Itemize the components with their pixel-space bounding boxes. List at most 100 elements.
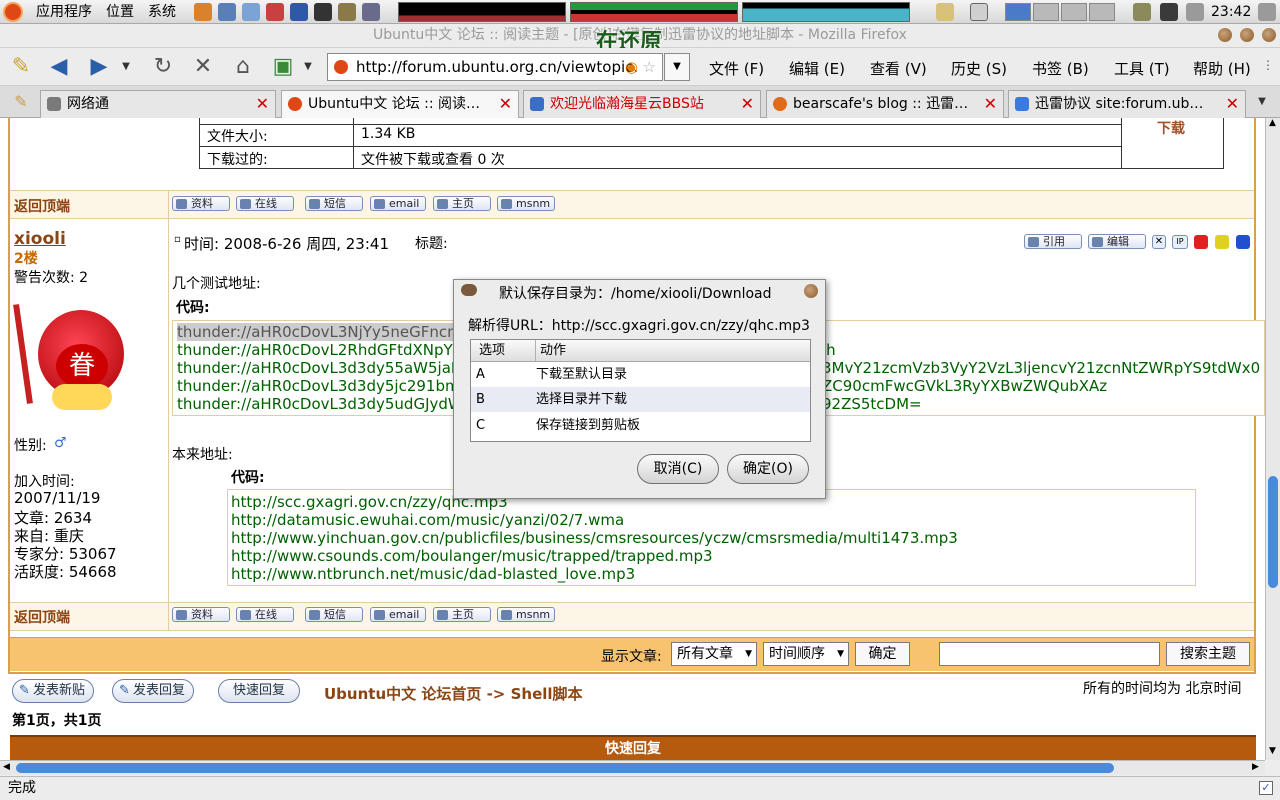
order-select[interactable]: 时间顺序 ▼ (763, 642, 849, 666)
email-button[interactable]: email (370, 607, 426, 622)
red-card-icon[interactable] (1194, 235, 1208, 249)
tab-ubuntu-forum[interactable]: Ubuntu中文 论坛 :: 阅读… ✕ (281, 90, 519, 118)
cancel-button[interactable]: 取消(C) (637, 454, 719, 484)
tab-close-icon[interactable]: ✕ (741, 91, 754, 117)
pm-button[interactable]: 短信 (305, 607, 363, 622)
disc-launcher-icon[interactable] (338, 3, 356, 21)
tab-bbs[interactable]: 欢迎光临瀚海星云BBS站 ✕ (523, 90, 761, 118)
back-to-top-link[interactable]: 返回顶端 (14, 607, 70, 627)
fox-launcher-icon[interactable] (194, 3, 212, 21)
volume-icon[interactable] (1186, 3, 1204, 21)
tray-app-icon[interactable] (1133, 3, 1151, 21)
menu-view[interactable]: 查看 (V) (870, 58, 927, 79)
tab-bearscafe[interactable]: bearscafe's blog :: 迅雷… ✕ (766, 90, 1004, 118)
ubuntu-logo-icon[interactable] (3, 2, 23, 22)
settings-launcher-icon[interactable] (362, 3, 380, 21)
new-topic-button[interactable]: ✎ 发表新贴 (12, 679, 94, 703)
home-icon[interactable]: ⌂ (228, 52, 258, 82)
tab-list-icon[interactable]: ▼ (1252, 87, 1272, 117)
forward-arrow-icon[interactable]: ▶ (84, 52, 114, 82)
rss-icon[interactable]: ◉ (625, 54, 638, 80)
toolbar-overflow-icon[interactable]: ⋮ (1262, 58, 1274, 72)
online-button[interactable]: 在线 (236, 607, 294, 622)
editor-launcher-icon[interactable] (242, 3, 260, 21)
tab-wangluotong[interactable]: 网络通 ✕ (40, 90, 276, 118)
url-link[interactable]: http://www.csounds.com/boulanger/music/t… (231, 547, 713, 565)
edit-button[interactable]: 编辑 (1088, 234, 1146, 249)
reply-button[interactable]: ✎ 发表回复 (112, 679, 194, 703)
yellow-card-icon[interactable] (1215, 235, 1229, 249)
horizontal-scrollbar[interactable]: ◀ ▶ (0, 760, 1265, 775)
dialog-close-icon[interactable] (804, 284, 818, 298)
delete-icon[interactable]: ✕ (1152, 235, 1166, 249)
url-input[interactable]: http://forum.ubuntu.org.cn/viewtopic. ◉ ☆ (327, 53, 663, 81)
homepage-button[interactable]: 主页 (433, 196, 491, 211)
checkmark-launcher-icon[interactable] (290, 3, 308, 21)
terminal-launcher-icon[interactable] (314, 3, 332, 21)
vertical-scrollbar[interactable]: ▲ ▼ (1265, 118, 1280, 760)
addon-icon[interactable]: ▣ (268, 52, 298, 82)
workspace-1[interactable] (1005, 3, 1031, 21)
scroll-up-icon[interactable]: ▲ (1269, 118, 1276, 128)
url-link[interactable]: http://datamusic.ewuhai.com/music/yanzi/… (231, 511, 624, 529)
workspace-3[interactable] (1061, 3, 1087, 21)
bookmarks-sidebar-icon[interactable]: ✎ (6, 87, 36, 117)
menu-bookmarks[interactable]: 书签 (B) (1032, 58, 1089, 79)
scroll-left-icon[interactable]: ◀ (3, 762, 10, 772)
filter-select[interactable]: 所有文章 ▼ (671, 642, 757, 666)
author-name[interactable]: xiooli (14, 229, 66, 249)
email-button[interactable]: email (370, 196, 426, 211)
shutdown-icon[interactable] (1258, 3, 1276, 21)
scroll-down-icon[interactable]: ▼ (1269, 746, 1276, 756)
thunder-link[interactable]: thunder://aHR0cDovL3d3dy5jc291bmRzL (177, 377, 486, 395)
horizontal-scroll-thumb[interactable] (16, 763, 1114, 773)
thunder-link-tail[interactable]: 92ZS5tcDM= (822, 395, 922, 413)
menu-tools[interactable]: 工具 (T) (1114, 58, 1170, 79)
back-to-top-link[interactable]: 返回顶端 (14, 196, 70, 216)
maximize-icon[interactable] (1240, 28, 1254, 42)
bookmark-star-icon[interactable]: ✎ (6, 52, 36, 82)
menu-edit[interactable]: 编辑 (E) (789, 58, 845, 79)
tab-close-icon[interactable]: ✕ (984, 91, 997, 117)
addon-dropdown-icon[interactable]: ▼ (298, 52, 318, 82)
workspace-4[interactable] (1089, 3, 1115, 21)
blue-card-icon[interactable] (1236, 235, 1250, 249)
search-topic-button[interactable]: 搜索主题 (1166, 642, 1250, 666)
thunder-link-tail[interactable]: ZC90cmFwcGVkL3RyYXBwZWQubXAz (822, 377, 1107, 395)
profile-button[interactable]: 资料 (172, 196, 230, 211)
url-link[interactable]: http://www.ntbrunch.net/music/dad-blaste… (231, 565, 635, 583)
msnm-button[interactable]: msnm (497, 607, 555, 622)
scroll-right-icon[interactable]: ▶ (1252, 762, 1259, 772)
menu-places[interactable]: 位置 (106, 3, 134, 21)
search-input[interactable] (939, 642, 1160, 666)
globe-launcher-icon[interactable] (218, 3, 236, 21)
ip-icon[interactable]: IP (1172, 235, 1188, 249)
list-item[interactable]: C 保存链接到剪贴板 (471, 413, 810, 438)
stop-icon[interactable]: ✕ (188, 52, 218, 82)
thunder-link-tail[interactable]: 3MvY21zcmVzb3VyY2VzL3ljencvY21zcnNtZWRpY… (822, 359, 1260, 377)
back-arrow-icon[interactable]: ◀ (44, 52, 74, 82)
online-button[interactable]: 在线 (236, 196, 294, 211)
menu-system[interactable]: 系统 (148, 3, 176, 21)
url-dropdown-icon[interactable]: ▼ (664, 53, 690, 81)
close-icon[interactable] (1262, 28, 1276, 42)
history-dropdown-icon[interactable]: ▼ (116, 52, 136, 82)
menu-history[interactable]: 历史 (S) (951, 58, 1007, 79)
vertical-scroll-thumb[interactable] (1268, 476, 1278, 588)
col-option[interactable]: 选项 (479, 340, 505, 362)
security-check-icon[interactable]: ✓ (1259, 781, 1273, 795)
quick-reply-button[interactable]: 快速回复 (218, 679, 300, 703)
tab-close-icon[interactable]: ✕ (499, 91, 512, 117)
menu-file[interactable]: 文件 (F) (709, 58, 764, 79)
thunder-link[interactable]: thunder://aHR0cDovL3NjYy5neGFncmkuZ (177, 323, 490, 341)
thunder-link[interactable]: thunder://aHR0cDovL3d3dy5udGJydW5jaC (177, 395, 496, 413)
col-action[interactable]: 动作 (535, 340, 566, 362)
tab-close-icon[interactable]: ✕ (256, 91, 269, 117)
thunder-link[interactable]: thunder://aHR0cDovL2RhdGFtdXNpYy5ld (177, 341, 485, 359)
download-link[interactable]: 下载 (1157, 118, 1185, 138)
minimize-icon[interactable] (1218, 28, 1232, 42)
workspace-2[interactable] (1033, 3, 1059, 21)
quote-button[interactable]: 引用 (1024, 234, 1082, 249)
tab-close-icon[interactable]: ✕ (1226, 91, 1239, 117)
thunder-link[interactable]: thunder://aHR0cDovL3d3dy55aW5jaHVhb (177, 359, 491, 377)
